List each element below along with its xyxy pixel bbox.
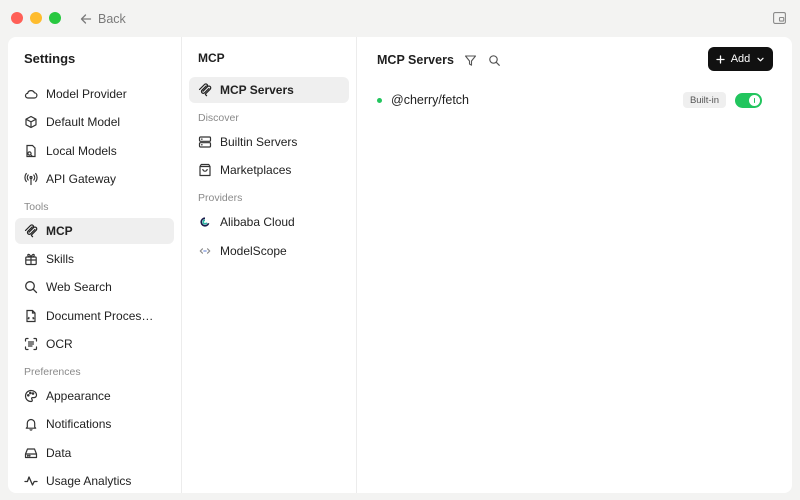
- subnav-item-label: MCP Servers: [220, 83, 294, 97]
- subnav-item-label: ModelScope: [220, 243, 287, 258]
- sidebar-item-label: API Gateway: [46, 171, 117, 186]
- server-enabled-toggle[interactable]: [735, 93, 762, 108]
- chevron-down-icon: [757, 57, 764, 61]
- sidebar-item-usage-analytics[interactable]: Usage Analytics: [15, 468, 174, 493]
- sidebar-item-label: MCP: [46, 223, 73, 238]
- server-icon: [198, 135, 212, 149]
- antenna-icon: [24, 172, 38, 186]
- drive-icon: [24, 446, 38, 460]
- sidebar-item-api-gateway[interactable]: API Gateway: [15, 166, 174, 192]
- discover-section-label: Discover: [198, 112, 239, 124]
- server-row[interactable]: @cherry/fetch Built-in: [377, 91, 762, 109]
- palette-icon: [24, 389, 38, 403]
- sidebar-item-label: Notifications: [46, 417, 112, 432]
- sidebar-item-document-processing[interactable]: Document Proces…: [15, 303, 174, 329]
- subnav-item-label: Alibaba Cloud: [220, 215, 295, 230]
- sidebar-item-default-model[interactable]: Default Model: [15, 109, 174, 135]
- cube-icon: [24, 115, 38, 129]
- status-dot: [377, 97, 382, 103]
- skills-icon: [24, 252, 38, 266]
- main-header: MCP Servers: [377, 51, 502, 69]
- built-in-badge: Built-in: [682, 92, 726, 108]
- settings-title: Settings: [24, 51, 76, 66]
- server-name: @cherry/fetch: [391, 93, 469, 107]
- sidebar-item-label: Web Search: [46, 280, 112, 295]
- mcp-subnav-title: MCP: [198, 51, 225, 65]
- subnav-item-mcp-servers[interactable]: MCP Servers: [189, 77, 349, 103]
- sidebar-item-skills[interactable]: Skills: [15, 246, 174, 272]
- minimize-window-button[interactable]: [30, 12, 42, 24]
- settings-window: Settings Model Provider Default Model Lo…: [8, 37, 792, 493]
- sidebar-item-label: Skills: [46, 252, 75, 267]
- alibaba-cloud-logo: [198, 215, 212, 229]
- sidebar-item-notifications[interactable]: Notifications: [15, 411, 174, 437]
- tools-section-label: Tools: [24, 200, 49, 213]
- subnav-item-modelscope[interactable]: ModelScope: [189, 238, 349, 264]
- sidebar-item-label: Model Provider: [46, 87, 127, 101]
- settings-sidebar: Settings Model Provider Default Model Lo…: [8, 37, 182, 493]
- preferences-section-label: Preferences: [24, 366, 81, 379]
- subnav-item-label: Builtin Servers: [220, 135, 298, 149]
- sidebar-item-label: Appearance: [46, 389, 111, 404]
- sidebar-item-label: Default Model: [46, 115, 121, 130]
- local-models-icon: [24, 144, 38, 158]
- sidebar-item-model-provider[interactable]: Model Provider: [15, 81, 174, 107]
- activity-icon: [24, 474, 38, 488]
- sidebar-item-appearance[interactable]: Appearance: [15, 383, 174, 409]
- mcp-icon: [198, 83, 212, 97]
- sidebar-item-mcp[interactable]: MCP: [15, 217, 174, 244]
- add-button-label: Add: [730, 53, 751, 65]
- close-window-button[interactable]: [11, 12, 23, 24]
- sidebar-item-web-search[interactable]: Web Search: [15, 274, 174, 300]
- search-icon[interactable]: [488, 53, 502, 67]
- back-button[interactable]: Back: [80, 10, 126, 28]
- subnav-item-alibaba-cloud[interactable]: Alibaba Cloud: [189, 209, 349, 235]
- sidebar-item-ocr[interactable]: OCR: [15, 331, 174, 357]
- add-server-button[interactable]: Add: [708, 47, 773, 71]
- sidebar-item-label: Document Proces…: [46, 308, 154, 323]
- sidebar-item-label: Usage Analytics: [46, 473, 132, 488]
- arrow-left-icon: [80, 14, 92, 24]
- sidebar-item-data[interactable]: Data: [15, 440, 174, 466]
- providers-section-label: Providers: [198, 192, 243, 205]
- modelscope-logo: [198, 244, 212, 258]
- sidebar-item-label: OCR: [46, 337, 73, 352]
- toggle-knob: [749, 95, 760, 106]
- document-icon: [24, 309, 38, 323]
- filter-icon[interactable]: [464, 53, 478, 67]
- bag-icon: [198, 163, 212, 177]
- main-panel: MCP Servers Add @cherry/fetch Built-in: [357, 37, 792, 493]
- plus-icon: [716, 54, 725, 64]
- subnav-item-marketplaces[interactable]: Marketplaces: [189, 157, 349, 183]
- page-title: MCP Servers: [377, 53, 454, 67]
- subnav-item-builtin-servers[interactable]: Builtin Servers: [189, 129, 349, 155]
- cloud-icon: [24, 87, 38, 101]
- scan-icon: [24, 337, 38, 351]
- sidebar-item-label: Data: [46, 445, 72, 460]
- maximize-window-button[interactable]: [49, 12, 61, 24]
- back-label: Back: [98, 12, 126, 26]
- mcp-icon: [24, 224, 38, 238]
- picture-in-picture-icon[interactable]: [773, 12, 786, 24]
- sidebar-item-label: Local Models: [46, 143, 117, 158]
- sidebar-item-local-models[interactable]: Local Models: [15, 138, 174, 164]
- subnav-item-label: Marketplaces: [220, 163, 292, 178]
- mcp-subnav: MCP MCP Servers Discover Builtin Servers…: [182, 37, 357, 493]
- search-icon: [24, 280, 38, 294]
- bell-icon: [24, 417, 38, 432]
- titlebar: Back: [0, 0, 800, 37]
